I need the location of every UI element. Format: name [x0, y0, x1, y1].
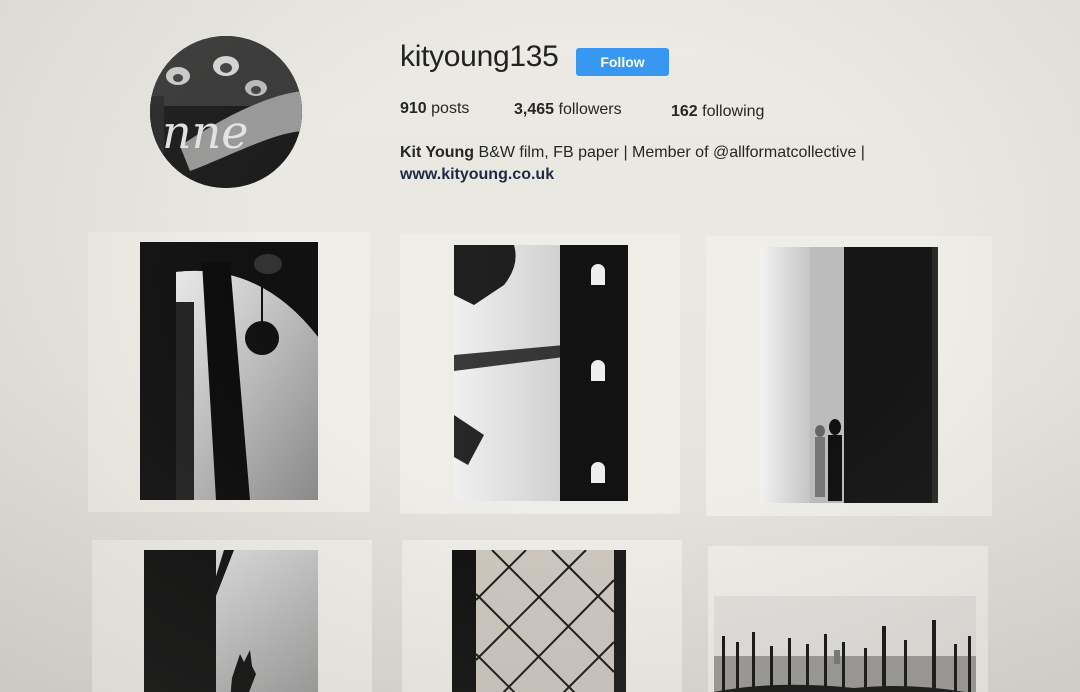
profile-bio: Kit Young B&W film, FB paper | Member of…: [400, 142, 960, 186]
column-figure-photo: [760, 247, 938, 503]
profile-website-link[interactable]: www.kityoung.co.uk: [400, 164, 960, 186]
tower-windows-photo: [454, 245, 628, 501]
lattice-window-photo: [452, 550, 626, 692]
post-tile[interactable]: [708, 546, 988, 692]
post-tile[interactable]: [706, 236, 992, 516]
gondolas-harbor-photo: [714, 596, 976, 692]
post-tile[interactable]: [88, 232, 370, 512]
profile-avatar[interactable]: nne: [150, 36, 302, 188]
gondolier-silhouette-photo: [144, 550, 318, 692]
profile-full-name: Kit Young: [400, 144, 475, 161]
following-stat[interactable]: 162 following: [671, 103, 764, 121]
posts-count: 910: [400, 100, 427, 117]
post-tile[interactable]: [400, 234, 680, 514]
lamp-silhouette-photo: [140, 242, 318, 500]
followers-count: 3,465: [514, 101, 555, 118]
instagram-profile-screen: nne kityoung135 Follow 910 posts 3,465 f…: [0, 0, 1080, 692]
posts-label: posts: [431, 100, 470, 117]
follow-button[interactable]: Follow: [576, 48, 669, 76]
post-tile[interactable]: [92, 540, 372, 692]
following-count: 162: [671, 103, 698, 120]
posts-stat: 910 posts: [400, 100, 469, 118]
avatar-image: nne: [150, 36, 302, 188]
followers-label: followers: [558, 101, 622, 118]
profile-username: kityoung135: [400, 40, 559, 73]
post-tile[interactable]: [402, 540, 682, 692]
followers-stat[interactable]: 3,465 followers: [514, 101, 622, 119]
svg-text:nne: nne: [162, 105, 248, 159]
profile-bio-text: B&W film, FB paper | Member of @allforma…: [478, 144, 865, 161]
following-label: following: [702, 103, 765, 120]
